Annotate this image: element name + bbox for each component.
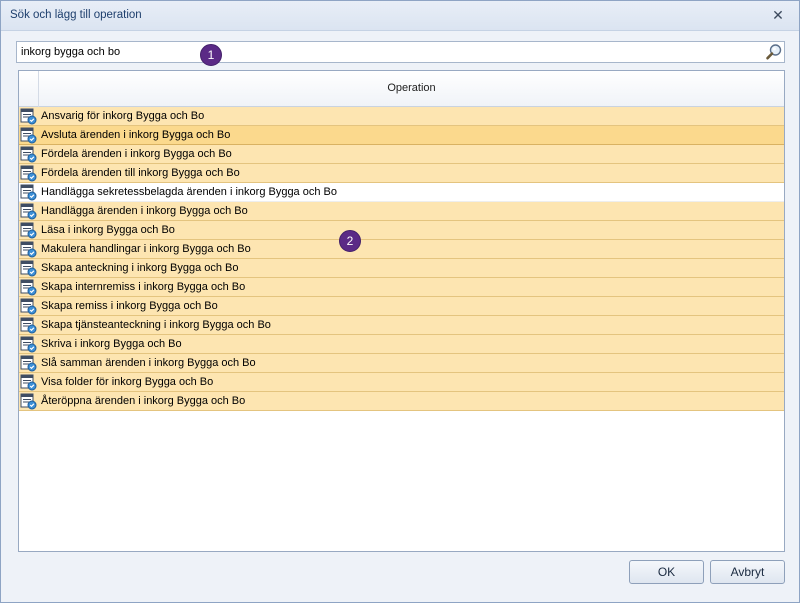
operation-label: Handlägga ärenden i inkorg Bygga och Bo xyxy=(41,205,248,217)
grid-row[interactable]: Skapa remiss i inkorg Bygga och Bo xyxy=(19,297,784,316)
grid-row[interactable]: Fördela ärenden till inkorg Bygga och Bo xyxy=(19,164,784,183)
operation-icon xyxy=(20,222,37,239)
operation-icon xyxy=(20,127,37,144)
grid-row[interactable]: Skapa internremiss i inkorg Bygga och Bo xyxy=(19,278,784,297)
operation-label: Handlägga sekretessbelagda ärenden i ink… xyxy=(41,186,337,198)
operation-icon xyxy=(20,184,37,201)
operation-label: Skapa tjänsteanteckning i inkorg Bygga o… xyxy=(41,319,271,331)
window-title: Sök och lägg till operation xyxy=(10,9,142,21)
operation-icon xyxy=(20,108,37,125)
operation-icon xyxy=(20,336,37,353)
column-header-operation[interactable]: Operation xyxy=(39,82,784,94)
operation-label: Återöppna ärenden i inkorg Bygga och Bo xyxy=(41,395,246,407)
operation-icon xyxy=(20,165,37,182)
operation-icon xyxy=(20,393,37,410)
search-box xyxy=(16,41,785,63)
grid-row[interactable]: Avsluta ärenden i inkorg Bygga och Bo xyxy=(19,126,784,145)
grid-row[interactable]: Skriva i inkorg Bygga och Bo xyxy=(19,335,784,354)
operation-label: Skapa internremiss i inkorg Bygga och Bo xyxy=(41,281,246,293)
operation-label: Läsa i inkorg Bygga och Bo xyxy=(41,224,175,236)
search-input[interactable] xyxy=(17,42,757,62)
ok-button[interactable]: OK xyxy=(629,560,704,584)
grid-row[interactable]: Återöppna ärenden i inkorg Bygga och Bo xyxy=(19,392,784,411)
callout-badge-2: 2 xyxy=(339,230,361,252)
grid-header-gutter xyxy=(19,71,39,107)
title-bar[interactable]: Sök och lägg till operation ✕ xyxy=(1,1,799,31)
close-icon[interactable]: ✕ xyxy=(769,7,787,25)
grid-row[interactable]: Handlägga ärenden i inkorg Bygga och Bo xyxy=(19,202,784,221)
search-add-operation-dialog: Sök och lägg till operation ✕ 1 Operatio… xyxy=(0,0,800,603)
grid-row[interactable]: Ansvarig för inkorg Bygga och Bo xyxy=(19,107,784,126)
operation-icon xyxy=(20,260,37,277)
grid-header: Operation xyxy=(19,71,784,107)
operation-icon xyxy=(20,317,37,334)
operation-icon xyxy=(20,203,37,220)
operation-icon xyxy=(20,146,37,163)
search-icon[interactable] xyxy=(765,43,783,61)
operation-label: Skapa remiss i inkorg Bygga och Bo xyxy=(41,300,218,312)
callout-badge-1: 1 xyxy=(200,44,222,66)
grid-row[interactable]: Slå samman ärenden i inkorg Bygga och Bo xyxy=(19,354,784,373)
grid-row[interactable]: Handlägga sekretessbelagda ärenden i ink… xyxy=(19,183,784,202)
operation-label: Slå samman ärenden i inkorg Bygga och Bo xyxy=(41,357,256,369)
grid-rows: Ansvarig för inkorg Bygga och Bo Avsluta … xyxy=(19,107,784,411)
grid-row[interactable]: Skapa tjänsteanteckning i inkorg Bygga o… xyxy=(19,316,784,335)
operation-icon xyxy=(20,355,37,372)
grid-row[interactable]: Visa folder för inkorg Bygga och Bo xyxy=(19,373,784,392)
operation-label: Skapa anteckning i inkorg Bygga och Bo xyxy=(41,262,239,274)
operation-label: Fördela ärenden till inkorg Bygga och Bo xyxy=(41,167,240,179)
operation-icon xyxy=(20,374,37,391)
operation-label: Visa folder för inkorg Bygga och Bo xyxy=(41,376,214,388)
operation-label: Skriva i inkorg Bygga och Bo xyxy=(41,338,182,350)
grid-row[interactable]: Fördela ärenden i inkorg Bygga och Bo xyxy=(19,145,784,164)
operation-icon xyxy=(20,279,37,296)
operation-label: Ansvarig för inkorg Bygga och Bo xyxy=(41,110,205,122)
operation-icon xyxy=(20,241,37,258)
cancel-button[interactable]: Avbryt xyxy=(710,560,785,584)
grid-row[interactable]: Skapa anteckning i inkorg Bygga och Bo xyxy=(19,259,784,278)
operation-label: Makulera handlingar i inkorg Bygga och B… xyxy=(41,243,251,255)
operation-grid: Operation Ansvarig för inkorg Bygga och … xyxy=(18,70,785,552)
grid-row[interactable]: Läsa i inkorg Bygga och Bo xyxy=(19,221,784,240)
operation-icon xyxy=(20,298,37,315)
operation-label: Fördela ärenden i inkorg Bygga och Bo xyxy=(41,148,232,160)
operation-label: Avsluta ärenden i inkorg Bygga och Bo xyxy=(41,129,231,141)
grid-row[interactable]: Makulera handlingar i inkorg Bygga och B… xyxy=(19,240,784,259)
